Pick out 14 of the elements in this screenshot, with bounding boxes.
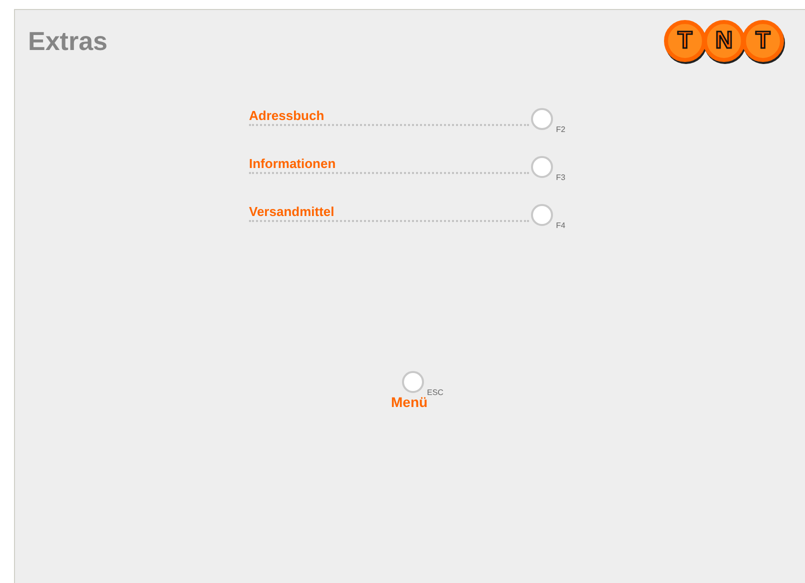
shortcut-key: F2 <box>556 125 566 134</box>
page-title: Extras <box>28 26 108 56</box>
menu-item-button[interactable] <box>531 108 553 130</box>
menu-item-label[interactable]: Adressbuch <box>249 108 531 123</box>
menu-item-label[interactable]: Versandmittel <box>249 204 531 219</box>
menu-label[interactable]: Menü <box>391 394 428 410</box>
shortcut-key: ESC <box>427 388 444 397</box>
menu-item-button[interactable] <box>531 204 553 226</box>
menu-item-label[interactable]: Informationen <box>249 156 531 171</box>
shortcut-key: F4 <box>556 221 566 230</box>
menu-button[interactable] <box>402 371 424 393</box>
shortcut-key: F3 <box>556 173 566 182</box>
menu-item-button[interactable] <box>531 156 553 178</box>
logo: T N T <box>667 20 784 62</box>
